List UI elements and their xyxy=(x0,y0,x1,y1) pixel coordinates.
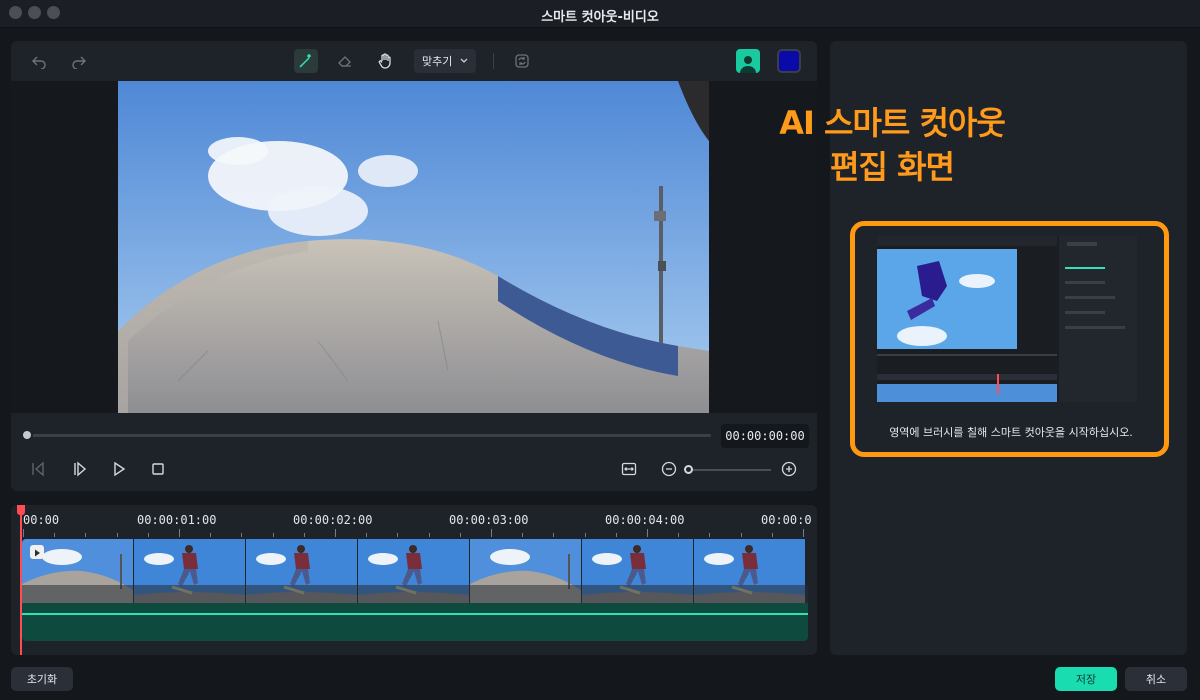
ruler-tick xyxy=(803,529,804,537)
window-title: 스마트 컷아웃-비디오 xyxy=(541,10,659,25)
eraser-icon xyxy=(338,56,351,67)
ruler-tick xyxy=(366,533,368,537)
reset-view-button[interactable] xyxy=(510,49,534,73)
ruler-tick xyxy=(491,529,492,537)
zoom-in-button[interactable] xyxy=(780,460,798,478)
play-button[interactable] xyxy=(110,460,128,478)
toolbar-divider xyxy=(493,53,494,69)
ruler-tick xyxy=(709,533,711,537)
hand-tool-button[interactable] xyxy=(373,49,397,73)
step-back-icon xyxy=(32,461,44,477)
cutout-mask-track[interactable] xyxy=(22,603,808,641)
ruler-tick xyxy=(116,533,118,537)
fit-timeline-button[interactable] xyxy=(620,460,638,478)
ruler-tick xyxy=(428,533,430,537)
refresh-icon xyxy=(515,54,529,68)
skatepark-video-image xyxy=(118,81,709,413)
ruler-tick xyxy=(210,533,212,537)
previous-frame-button[interactable] xyxy=(29,460,47,478)
ruler-tick xyxy=(459,533,461,537)
zoom-out-icon xyxy=(661,461,677,477)
zoom-in-icon xyxy=(781,461,797,477)
play-icon xyxy=(114,461,126,477)
cutout-hint-text: 영역에 브러시를 칠해 스마트 컷아웃을 시작하십시오. xyxy=(889,426,1133,439)
undo-button[interactable] xyxy=(27,49,51,73)
highlight-frame xyxy=(850,221,1169,457)
ruler-tick xyxy=(553,533,555,537)
ruler-tick xyxy=(740,533,742,537)
reset-button[interactable]: 초기화 xyxy=(11,667,73,691)
annotation-line-2: 편집 화면 xyxy=(830,148,955,186)
ruler-tick xyxy=(147,533,149,537)
fit-dropdown-label: 맞추기 xyxy=(422,55,453,68)
zoom-slider-track[interactable] xyxy=(687,469,771,471)
ruler-tick xyxy=(241,533,243,537)
zoom-out-button[interactable] xyxy=(660,460,678,478)
ruler-tick xyxy=(647,529,648,537)
timeline-ruler[interactable]: 00:00 00:00:01:00 00:00:02:00 00:00:03:0… xyxy=(11,505,817,539)
ruler-tick xyxy=(522,533,524,537)
clip-type-icon xyxy=(30,545,44,559)
playhead-handle[interactable] xyxy=(17,505,25,515)
person-icon xyxy=(740,56,756,73)
playback-scrubber-track[interactable] xyxy=(27,434,711,437)
current-timecode: 00:00:00:00 xyxy=(721,424,809,448)
smart-brush-icon xyxy=(299,54,311,68)
redo-button[interactable] xyxy=(67,49,91,73)
ruler-label: 00:00:01:00 xyxy=(137,513,217,527)
ruler-tick xyxy=(23,529,24,537)
smart-brush-button[interactable] xyxy=(294,49,318,73)
annotation-line-1: AI 스마트 컷아웃 xyxy=(779,104,1006,142)
editor-toolbar: 맞추기 xyxy=(11,41,817,81)
person-cutout-button[interactable] xyxy=(736,49,760,73)
timeline-playhead[interactable] xyxy=(20,505,22,655)
cancel-button[interactable]: 취소 xyxy=(1125,667,1187,691)
clip-waveform-band xyxy=(22,585,808,603)
ruler-tick xyxy=(54,533,56,537)
playback-scrubber-handle[interactable] xyxy=(21,429,33,441)
ruler-tick xyxy=(272,533,274,537)
ruler-label: 00:00:04:00 xyxy=(605,513,685,527)
video-preview-area[interactable] xyxy=(11,81,817,413)
ruler-label: 00:00:02:00 xyxy=(293,513,373,527)
overlay-color-swatch[interactable] xyxy=(777,49,801,73)
title-bar: 스마트 컷아웃-비디오 xyxy=(0,0,1200,28)
undo-icon xyxy=(32,56,46,69)
ruler-tick xyxy=(771,533,773,537)
fit-width-icon xyxy=(621,462,637,476)
stop-button[interactable] xyxy=(149,460,167,478)
ruler-tick xyxy=(615,533,617,537)
ruler-tick xyxy=(85,533,87,537)
video-clip[interactable] xyxy=(22,539,808,603)
ruler-tick xyxy=(678,533,680,537)
save-button[interactable]: 저장 xyxy=(1055,667,1117,691)
zoom-slider-handle[interactable] xyxy=(684,465,693,474)
ruler-tick xyxy=(397,533,399,537)
ruler-tick xyxy=(335,529,336,537)
step-forward-icon xyxy=(74,461,87,477)
ruler-tick xyxy=(179,529,180,537)
ruler-tick xyxy=(584,533,586,537)
hand-icon xyxy=(378,53,391,69)
video-frame xyxy=(118,81,709,413)
timeline-panel[interactable]: 00:00 00:00:01:00 00:00:02:00 00:00:03:0… xyxy=(11,505,817,655)
fit-dropdown[interactable]: 맞추기 xyxy=(414,49,476,73)
ruler-label: 00:00:03:00 xyxy=(449,513,529,527)
mask-keyframe-line xyxy=(22,613,808,615)
next-frame-button[interactable] xyxy=(71,460,89,478)
annotation-caption: AI 스마트 컷아웃 편집 화면 xyxy=(752,101,1032,189)
redo-icon xyxy=(72,56,86,69)
chevron-down-icon xyxy=(460,58,468,63)
eraser-button[interactable] xyxy=(333,49,357,73)
ruler-tick xyxy=(303,533,305,537)
ruler-label: 00:00 xyxy=(23,513,60,527)
stop-icon xyxy=(152,463,164,475)
preview-panel: 맞추기 00:00:00:00 xyxy=(11,41,817,491)
ruler-label: 00:00:0 xyxy=(761,513,812,527)
